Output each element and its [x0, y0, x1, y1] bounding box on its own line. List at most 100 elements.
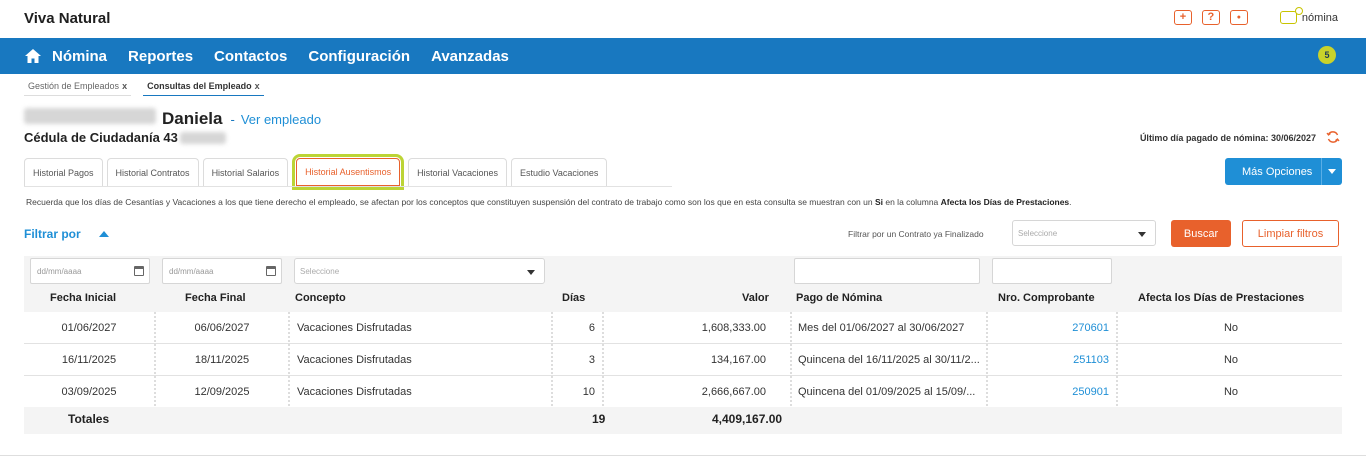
end-date-placeholder: dd/mm/aaaa — [169, 266, 214, 276]
close-icon[interactable]: x — [255, 81, 260, 91]
history-tabs: Historial Pagos Historial Contratos Hist… — [24, 154, 608, 190]
chevron-down-icon[interactable] — [1328, 169, 1336, 174]
header-afecta-dias[interactable]: Afecta los Días de Prestaciones — [1138, 292, 1304, 304]
column-separator — [1116, 344, 1118, 375]
end-date-filter[interactable]: dd/mm/aaaa — [162, 258, 282, 284]
refresh-icon[interactable] — [1326, 130, 1340, 144]
cell-nro-comprobante[interactable]: 251103 — [990, 344, 1109, 375]
close-icon[interactable]: x — [122, 81, 127, 91]
table-row[interactable]: 01/06/2027 06/06/2027 Vacaciones Disfrut… — [24, 312, 1342, 343]
header-fecha-inicial[interactable]: Fecha Inicial — [50, 292, 116, 304]
column-separator — [790, 376, 792, 407]
voucher-filter-input[interactable] — [992, 258, 1112, 284]
concept-select-value: Seleccione — [300, 266, 340, 276]
filter-toggle[interactable]: Filtrar por — [24, 227, 109, 241]
contract-filter-label: Filtrar por un Contrato ya Finalizado — [848, 229, 984, 239]
nav-avanzadas[interactable]: Avanzadas — [431, 48, 509, 65]
column-separator — [986, 344, 988, 375]
cell-pago-nomina: Quincena del 16/11/2025 al 30/11/2... — [798, 353, 980, 366]
header-concepto[interactable]: Concepto — [295, 292, 346, 304]
tab-historial-contratos[interactable]: Historial Contratos — [106, 158, 199, 186]
header-valor[interactable]: Valor — [742, 292, 769, 304]
cell-concepto: Vacaciones Disfrutadas — [297, 385, 412, 398]
more-options-label: Más Opciones — [1242, 165, 1313, 178]
cell-fecha-final: 12/09/2025 — [194, 385, 250, 398]
concept-select[interactable]: Seleccione — [294, 258, 545, 284]
payroll-filter-input[interactable] — [794, 258, 980, 284]
help-icon[interactable]: ? — [1201, 10, 1220, 25]
employee-id: Cédula de Ciudadanía 43 — [24, 130, 226, 145]
home-icon[interactable] — [24, 48, 42, 64]
nav-reportes[interactable]: Reportes — [128, 48, 193, 65]
header-dias[interactable]: Días — [562, 292, 585, 304]
notice-column-name: Afecta los Días de Prestaciones — [940, 197, 1070, 207]
start-date-placeholder: dd/mm/aaaa — [37, 266, 82, 276]
employee-name: Daniela - Ver empleado — [24, 108, 321, 129]
chevron-down-icon — [1138, 232, 1146, 237]
tab-historial-vacaciones[interactable]: Historial Vacaciones — [408, 158, 508, 186]
cell-valor: 1,608,333.00 — [701, 321, 766, 334]
notice-text: Recuerda que los días de Cesantías y Vac… — [26, 197, 1072, 207]
calendar-icon[interactable] — [134, 266, 144, 276]
header-nro-comprobante[interactable]: Nro. Comprobante — [998, 292, 1095, 304]
top-actions: + ? ● nómina — [1173, 7, 1338, 25]
tab-estudio-vacaciones[interactable]: Estudio Vacaciones — [511, 158, 608, 186]
tab-historial-salarios[interactable]: Historial Salarios — [202, 158, 289, 186]
user-icon[interactable]: ● — [1229, 10, 1248, 25]
header-fecha-final[interactable]: Fecha Final — [185, 292, 246, 304]
table-row[interactable]: 03/09/2025 12/09/2025 Vacaciones Disfrut… — [24, 376, 1342, 407]
cell-dias: 10 — [582, 385, 595, 398]
search-button[interactable]: Buscar — [1171, 220, 1231, 247]
nav-nomina[interactable]: Nómina — [52, 48, 107, 65]
column-separator — [1116, 376, 1118, 407]
column-separator — [288, 344, 290, 375]
cell-afecta-dias: No — [1223, 353, 1239, 366]
table-row[interactable]: 16/11/2025 18/11/2025 Vacaciones Disfrut… — [24, 344, 1342, 375]
chat-notification-dot — [1294, 7, 1303, 15]
tab-historial-ausentismos[interactable]: Historial Ausentismos — [292, 154, 405, 190]
cell-valor: 134,167.00 — [710, 353, 766, 366]
view-employee-link[interactable]: Ver empleado — [241, 112, 321, 127]
column-separator — [551, 312, 553, 343]
totals-dias: 19 — [592, 412, 606, 426]
breadcrumb: Gestión de Empleados x Consultas del Empl… — [24, 80, 264, 96]
nav-contactos[interactable]: Contactos — [214, 48, 287, 65]
cell-nro-comprobante[interactable]: 270601 — [990, 312, 1109, 343]
column-separator — [154, 344, 156, 375]
contract-select[interactable]: Seleccione — [1012, 220, 1156, 246]
cell-dias: 6 — [588, 321, 595, 334]
tab-historial-pagos[interactable]: Historial Pagos — [24, 158, 103, 186]
column-separator — [790, 312, 792, 343]
crumb-gestion-empleados[interactable]: Gestión de Empleados x — [24, 80, 132, 96]
column-separator — [602, 344, 604, 375]
clear-filters-button[interactable]: Limpiar filtros — [1242, 220, 1339, 247]
cell-nro-comprobante[interactable]: 250901 — [990, 376, 1109, 407]
cell-pago-nomina: Mes del 01/06/2027 al 30/06/2027 — [798, 321, 965, 334]
chat-button[interactable]: nómina — [1279, 7, 1338, 24]
cell-fecha-inicial: 03/09/2025 — [61, 385, 117, 398]
plus-icon[interactable]: + — [1173, 10, 1192, 25]
column-separator — [602, 312, 604, 343]
start-date-filter[interactable]: dd/mm/aaaa — [30, 258, 150, 284]
notice-part: en la columna — [883, 197, 941, 207]
column-separator — [986, 312, 988, 343]
column-separator — [154, 376, 156, 407]
contract-select-value: Seleccione — [1018, 228, 1058, 238]
cell-fecha-final: 06/06/2027 — [194, 321, 250, 334]
cell-fecha-inicial: 16/11/2025 — [61, 353, 117, 366]
crumb-label: Gestión de Empleados — [28, 81, 120, 91]
app-title: Viva Natural — [24, 10, 111, 27]
page-bottom-divider — [0, 455, 1366, 456]
redacted-id — [179, 131, 226, 144]
totals-valor: 4,409,167.00 — [712, 412, 783, 426]
column-separator — [602, 376, 604, 407]
more-options-button[interactable]: Más Opciones — [1225, 158, 1342, 185]
redacted-surname — [24, 108, 156, 124]
nav-configuracion[interactable]: Configuración — [308, 48, 410, 65]
calendar-icon[interactable] — [266, 266, 276, 276]
column-separator — [790, 344, 792, 375]
header-pago-nomina[interactable]: Pago de Nómina — [796, 292, 882, 304]
crumb-consultas-empleado[interactable]: Consultas del Empleado x — [143, 80, 264, 96]
column-separator — [288, 312, 290, 343]
notification-badge[interactable]: 5 — [1318, 46, 1336, 64]
